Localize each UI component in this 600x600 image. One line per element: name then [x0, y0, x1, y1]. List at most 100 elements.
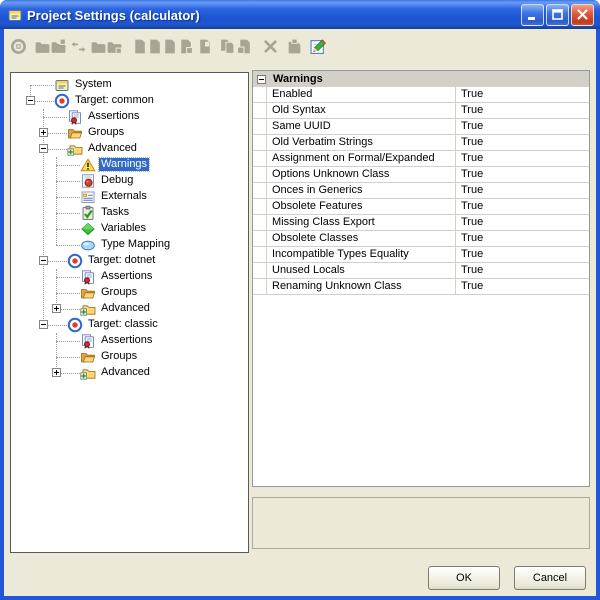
property-name[interactable]: Old Syntax: [267, 103, 456, 118]
tree-item-advanced[interactable]: Advanced: [11, 141, 248, 157]
property-row-obsolete-features: Obsolete FeaturesTrue: [253, 199, 589, 215]
property-name[interactable]: Old Verbatim Strings: [267, 135, 456, 150]
row-indent: [253, 263, 267, 278]
property-name[interactable]: Obsolete Classes: [267, 231, 456, 246]
property-value[interactable]: True: [456, 263, 589, 278]
property-value[interactable]: True: [456, 231, 589, 246]
property-name[interactable]: Obsolete Features: [267, 199, 456, 214]
property-value[interactable]: True: [456, 151, 589, 166]
maximize-button[interactable]: [546, 4, 569, 26]
tree-item-target-classic[interactable]: Target: classic: [11, 317, 248, 333]
property-name[interactable]: Options Unknown Class: [267, 167, 456, 182]
minimize-icon: [525, 7, 540, 22]
row-indent: [253, 167, 267, 182]
tree-item-debug[interactable]: Debug: [11, 173, 248, 189]
tree-item-target-common[interactable]: Target: common: [11, 93, 248, 109]
tree-connector: [43, 117, 67, 119]
tree-item-variables[interactable]: Variables: [11, 221, 248, 237]
property-value[interactable]: True: [456, 183, 589, 198]
tree-item-tasks[interactable]: Tasks: [11, 205, 248, 221]
property-name[interactable]: Same UUID: [267, 119, 456, 134]
grid-category-label: Warnings: [273, 73, 323, 85]
tree-item-assertions[interactable]: Assertions: [11, 269, 248, 285]
tree-item-groups[interactable]: Groups: [11, 285, 248, 301]
tree-item-groups[interactable]: Groups: [11, 125, 248, 141]
property-value[interactable]: True: [456, 199, 589, 214]
expand-icon[interactable]: [52, 368, 61, 377]
tasks-icon: [80, 205, 96, 221]
property-value[interactable]: True: [456, 167, 589, 182]
collapse-icon[interactable]: [39, 256, 48, 265]
expand-icon[interactable]: [52, 304, 61, 313]
target-icon: [67, 253, 83, 269]
document-flag-icon: [196, 38, 213, 55]
tree-item-label: Assertions: [99, 334, 154, 347]
add-target-icon: [10, 38, 27, 55]
tree-item-label: Tasks: [99, 206, 131, 219]
property-name[interactable]: Onces in Generics: [267, 183, 456, 198]
tree-item-advanced[interactable]: Advanced: [11, 301, 248, 317]
property-row-onces-in-generics: Onces in GenericsTrue: [253, 183, 589, 199]
expand-icon[interactable]: [39, 128, 48, 137]
edit-icon[interactable]: [310, 38, 327, 55]
tree-item-system[interactable]: System: [11, 77, 248, 93]
row-indent: [253, 199, 267, 214]
tree-item-label: Debug: [99, 174, 135, 187]
row-indent: [253, 103, 267, 118]
property-name[interactable]: Missing Class Export: [267, 215, 456, 230]
property-name[interactable]: Incompatible Types Equality: [267, 247, 456, 262]
ok-button[interactable]: OK: [428, 566, 500, 590]
property-name[interactable]: Enabled: [267, 87, 456, 102]
property-grid[interactable]: Warnings EnabledTrueOld SyntaxTrueSame U…: [252, 70, 590, 487]
property-name[interactable]: Renaming Unknown Class: [267, 279, 456, 294]
grid-category-row[interactable]: Warnings: [253, 71, 589, 87]
window-title: Project Settings (calculator): [27, 7, 521, 23]
collapse-icon[interactable]: [257, 75, 266, 84]
tree-item-advanced[interactable]: Advanced: [11, 365, 248, 381]
tree-item-type-mapping[interactable]: Type Mapping: [11, 237, 248, 253]
folder-icon: [34, 38, 51, 55]
property-value[interactable]: True: [456, 279, 589, 294]
copy-icon: [219, 38, 236, 55]
property-value[interactable]: True: [456, 119, 589, 134]
row-indent: [253, 279, 267, 294]
property-row-old-verbatim-strings: Old Verbatim StringsTrue: [253, 135, 589, 151]
tree-item-assertions[interactable]: Assertions: [11, 333, 248, 349]
target-icon: [54, 93, 70, 109]
assertions-icon: [80, 333, 96, 349]
settings-tree[interactable]: SystemTarget: commonAssertionsGroupsAdva…: [10, 72, 249, 553]
tree-item-label: Variables: [99, 222, 148, 235]
property-value[interactable]: True: [456, 215, 589, 230]
property-value[interactable]: True: [456, 247, 589, 262]
property-value[interactable]: True: [456, 135, 589, 150]
dialog-content: SystemTarget: commonAssertionsGroupsAdva…: [4, 29, 596, 596]
close-button[interactable]: [571, 4, 594, 26]
tree-connector: [56, 357, 80, 359]
project-settings-window: Project Settings (calculator) SystemTarg…: [0, 0, 600, 600]
tree-item-warnings[interactable]: Warnings: [11, 157, 248, 173]
tree-item-externals[interactable]: Externals: [11, 189, 248, 205]
property-name[interactable]: Assignment on Formal/Expanded: [267, 151, 456, 166]
tree-item-assertions[interactable]: Assertions: [11, 109, 248, 125]
move-icon: [70, 38, 87, 55]
property-row-old-syntax: Old SyntaxTrue: [253, 103, 589, 119]
toolbar: [4, 29, 596, 63]
row-indent: [253, 215, 267, 230]
target-icon: [67, 317, 83, 333]
tree-connector: [30, 85, 54, 87]
cancel-button[interactable]: Cancel: [514, 566, 586, 590]
tree-item-target-dotnet[interactable]: Target: dotnet: [11, 253, 248, 269]
property-row-renaming-unknown-class: Renaming Unknown ClassTrue: [253, 279, 589, 295]
minimize-button[interactable]: [521, 4, 544, 26]
document-badge-icon: [177, 38, 194, 55]
collapse-icon[interactable]: [39, 320, 48, 329]
collapse-icon[interactable]: [26, 96, 35, 105]
app-icon: [7, 7, 23, 23]
collapse-icon[interactable]: [39, 144, 48, 153]
property-name[interactable]: Unused Locals: [267, 263, 456, 278]
property-value[interactable]: True: [456, 87, 589, 102]
tree-item-label: Externals: [99, 190, 149, 203]
tree-item-groups[interactable]: Groups: [11, 349, 248, 365]
property-value[interactable]: True: [456, 103, 589, 118]
debug-icon: [80, 173, 96, 189]
